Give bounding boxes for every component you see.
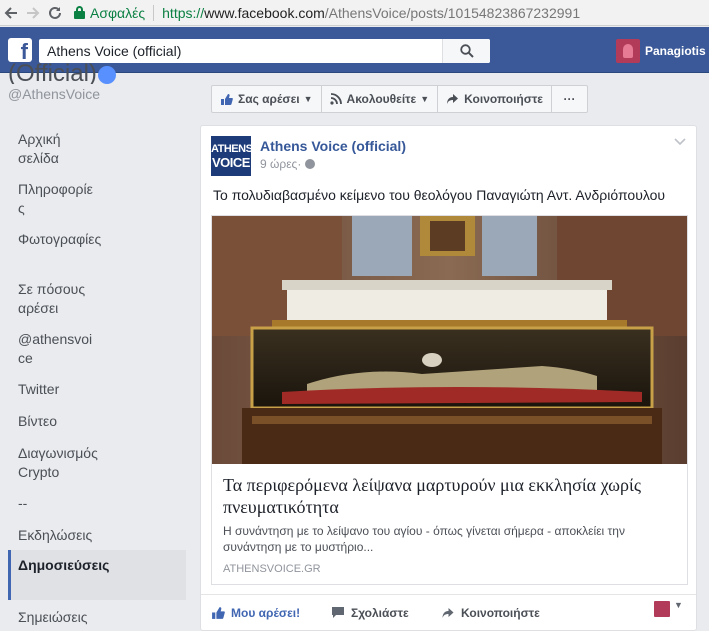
share-arrow-icon bbox=[447, 94, 459, 104]
reload-icon[interactable] bbox=[44, 2, 66, 24]
secure-label: Ασφαλές bbox=[90, 4, 146, 21]
post-author-logo[interactable]: ATHENS VOICE bbox=[211, 136, 253, 176]
post-meta: 9 ώρες · bbox=[260, 157, 316, 171]
page-like-label: Σας αρέσει bbox=[238, 92, 300, 106]
sidebar-item-twitter[interactable]: Twitter bbox=[8, 380, 186, 399]
post-author[interactable]: Athens Voice (official) bbox=[260, 138, 406, 154]
search-icon bbox=[459, 44, 474, 58]
search-button[interactable] bbox=[442, 39, 490, 63]
page-name[interactable]: (Official) bbox=[8, 60, 97, 84]
comment-icon bbox=[332, 607, 344, 618]
chevron-down-icon: ▼ bbox=[420, 94, 430, 104]
search-input[interactable] bbox=[39, 39, 439, 63]
post-footer: Μου αρέσει! Σχολιάστε Κοινοποιήστε ▼ bbox=[201, 594, 696, 630]
sidebar-item-crypto-contest[interactable]: Διαγωνισμός Crypto bbox=[8, 444, 108, 482]
more-icon: ··· bbox=[563, 92, 576, 106]
sidebar-item-events[interactable]: Εκδηλώσεις bbox=[8, 526, 186, 545]
sidebar-item-photos[interactable]: Φωτογραφίες bbox=[8, 230, 108, 249]
sidebar-item-videos[interactable]: Βίντεο bbox=[8, 412, 186, 431]
search-box bbox=[39, 39, 490, 63]
rss-icon bbox=[329, 93, 342, 105]
url-scheme: https:// bbox=[162, 4, 205, 21]
page-more-button[interactable]: ··· bbox=[551, 85, 588, 113]
like-button[interactable]: Μου αρέσει! bbox=[211, 606, 300, 620]
link-preview-image[interactable] bbox=[212, 216, 687, 464]
url-host: www.facebook.com bbox=[204, 4, 325, 21]
profile-name: Panagiotis bbox=[645, 44, 706, 58]
post-options-chevron-icon[interactable] bbox=[674, 138, 686, 149]
meta-separator: · bbox=[297, 157, 302, 171]
page-handle[interactable]: @AthensVoice bbox=[8, 86, 100, 102]
avatar[interactable] bbox=[654, 601, 670, 617]
page-action-bar: Σας αρέσει ▼ Ακολουθείτε ▼ Κοινοποιήστε … bbox=[211, 85, 588, 113]
post-text: Το πολυδιαβασμένο κείμενο του θεολόγου Π… bbox=[213, 187, 666, 203]
lock-icon bbox=[74, 6, 85, 19]
thumbs-up-icon bbox=[221, 93, 233, 105]
thumbs-up-icon bbox=[212, 606, 225, 619]
post-card: ATHENS VOICE Athens Voice (official) 9 ώ… bbox=[200, 125, 697, 631]
sidebar-item-home[interactable]: Αρχική σελίδα bbox=[8, 130, 78, 168]
share-label: Κοινοποιήστε bbox=[461, 605, 540, 620]
link-description: Η συνάντηση με το λείψανο του αγίου - όπ… bbox=[223, 524, 625, 554]
globe-icon bbox=[305, 159, 316, 169]
comment-label: Σχολιάστε bbox=[351, 605, 409, 620]
logo-line-1: ATHENS bbox=[211, 143, 253, 155]
sidebar-item-separator[interactable]: -- bbox=[8, 494, 186, 513]
page-like-button[interactable]: Σας αρέσει ▼ bbox=[211, 85, 322, 113]
comment-button[interactable]: Σχολιάστε bbox=[331, 606, 409, 620]
share-button[interactable]: Κοινοποιήστε bbox=[441, 606, 540, 620]
url-path: /AthensVoice/posts/10154823867232991 bbox=[324, 4, 581, 21]
like-label: Μου αρέσει! bbox=[231, 605, 301, 620]
page-sidebar: (Official) @AthensVoice Αρχική σελίδα Πλ… bbox=[0, 60, 200, 631]
page-follow-label: Ακολουθείτε bbox=[346, 92, 417, 106]
chevron-down-icon[interactable]: ▼ bbox=[674, 600, 683, 610]
link-domain: ATHENSVOICE.GR bbox=[223, 563, 321, 575]
address-bar[interactable]: Ασφαλές https://www.facebook.com/AthensV… bbox=[74, 2, 580, 24]
logo-line-2: VOICE bbox=[212, 155, 250, 170]
link-title[interactable]: Τα περιφερόμενα λείψανα μαρτυρούν μια εκ… bbox=[223, 474, 678, 518]
avatar bbox=[616, 39, 640, 63]
page-share-label: Κοινοποιήστε bbox=[464, 92, 543, 106]
back-icon[interactable] bbox=[0, 2, 22, 24]
main-column: Σας αρέσει ▼ Ακολουθείτε ▼ Κοινοποιήστε … bbox=[200, 74, 709, 631]
verified-badge-icon bbox=[98, 66, 116, 84]
link-preview[interactable]: Τα περιφερόμενα λείψανα μαρτυρούν μια εκ… bbox=[211, 215, 688, 585]
share-arrow-icon bbox=[442, 607, 454, 618]
sidebar-item-posts[interactable]: Δημοσιεύσεις bbox=[8, 550, 186, 600]
address-divider bbox=[153, 4, 155, 21]
browser-toolbar: Ασφαλές https://www.facebook.com/AthensV… bbox=[0, 0, 709, 26]
forward-icon[interactable] bbox=[22, 2, 44, 24]
page-share-button[interactable]: Κοινοποιήστε bbox=[437, 85, 552, 113]
post-timestamp[interactable]: 9 ώρες bbox=[260, 157, 297, 171]
sidebar-item-athensvoice-twitter[interactable]: @athensvoice bbox=[8, 330, 98, 368]
profile-link[interactable]: Panagiotis bbox=[616, 39, 706, 63]
sidebar-item-about[interactable]: Πληροφορίες bbox=[8, 180, 98, 218]
chevron-down-icon: ▼ bbox=[303, 94, 313, 104]
sidebar-item-notes[interactable]: Σημειώσεις bbox=[8, 608, 186, 627]
sidebar-item-likes[interactable]: Σε πόσους αρέσει bbox=[8, 280, 108, 318]
page-follow-button[interactable]: Ακολουθείτε ▼ bbox=[320, 85, 439, 113]
facebook-logo-icon[interactable]: f bbox=[8, 38, 32, 62]
